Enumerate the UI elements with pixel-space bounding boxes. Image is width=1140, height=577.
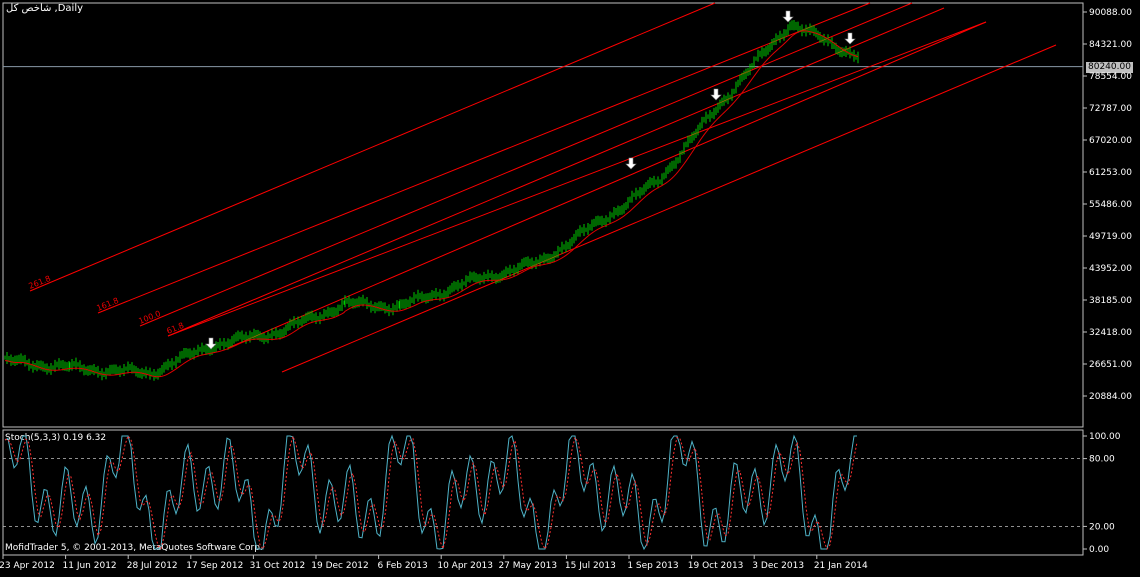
price-axis-label: 43952.00: [1089, 264, 1132, 274]
time-axis-label: 6 Feb 2013: [377, 561, 427, 571]
price-axis-label: 84321.00: [1089, 40, 1132, 50]
time-axis-label: 31 Oct 2012: [250, 561, 306, 571]
stoch-panel-frame: [2, 429, 1084, 556]
fibo-channel-line: [281, 44, 1057, 373]
price-axis-label: 90088.00: [1089, 8, 1132, 18]
price-axis-label: 49719.00: [1089, 232, 1132, 242]
time-axis-label: 17 Sep 2012: [186, 561, 243, 571]
chart-window[interactable]: شاخص کل ,Daily Stoch(5,3,3) 0.19 6.32 Mo…: [0, 0, 1140, 577]
arrow-down-icon: [782, 10, 794, 23]
time-axis-label: 3 Dec 2013: [752, 561, 804, 571]
price-axis-label: 67020.00: [1089, 136, 1132, 146]
stoch-axis-label: 0.00: [1089, 545, 1109, 555]
arrow-down-icon: [844, 32, 856, 45]
price-axis-label: 38185.00: [1089, 296, 1132, 306]
fibo-channel-line: [97, 2, 871, 314]
time-axis-label: 21 Jan 2014: [814, 561, 868, 571]
stoch-axis-label: 80.00: [1089, 455, 1115, 465]
fibo-level-label: 100.0: [137, 309, 162, 326]
time-axis-label: 23 Apr 2012: [0, 561, 55, 571]
stoch-main-line: [4, 434, 857, 551]
price-axis-label: 55486.00: [1089, 200, 1132, 210]
arrow-down-icon: [710, 88, 722, 101]
stoch-axis-label: 20.00: [1089, 522, 1115, 532]
price-axis-label: 32418.00: [1089, 328, 1132, 338]
fibo-level-label: 161.8: [95, 296, 120, 313]
fibo-channel-line: [227, 21, 987, 349]
price-axis-label: 26651.00: [1089, 360, 1132, 370]
price-axis-label: 72787.00: [1089, 104, 1132, 114]
time-axis-label: 11 Jun 2012: [63, 561, 117, 571]
time-axis-label: 27 May 2013: [498, 561, 557, 571]
stoch-signal-line: [4, 434, 858, 551]
time-axis-label: 1 Sep 2013: [627, 561, 678, 571]
time-axis-label: 15 Jul 2013: [565, 561, 616, 571]
time-axis-label: 10 Apr 2013: [437, 561, 493, 571]
price-axis-label: 61253.00: [1089, 168, 1132, 178]
fibo-channel-line: [29, 2, 716, 292]
time-axis-label: 19 Dec 2012: [311, 561, 369, 571]
fibo-channel-line: [167, 21, 987, 337]
price-axis-label: 20884.00: [1089, 392, 1132, 402]
time-axis-label: 19 Oct 2013: [688, 561, 744, 571]
fibo-channel-line: [167, 7, 945, 337]
fibo-channel-line: [139, 2, 913, 327]
price-axis-label: 78554.00: [1089, 72, 1132, 82]
time-axis-label: 28 Jul 2012: [127, 561, 178, 571]
stoch-axis-label: 100.00: [1089, 432, 1121, 442]
price-chart[interactable]: 90088.00 84321.00 78554.00 72787.00 67020.00…: [0, 0, 1140, 577]
fibo-level-label: 261.8: [27, 274, 52, 291]
